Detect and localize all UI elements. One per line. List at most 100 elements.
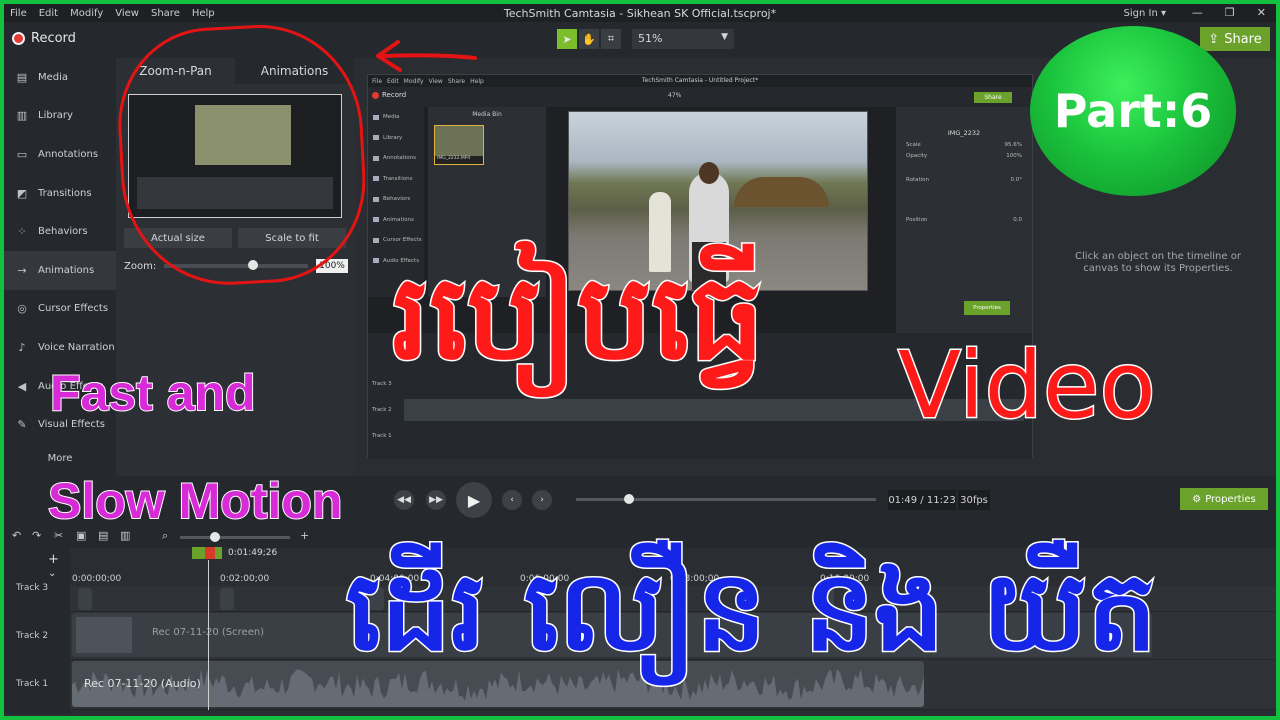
menu-edit[interactable]: Edit <box>33 8 64 19</box>
track-clip[interactable] <box>220 588 234 610</box>
sidebar-item-label: Cursor Effects <box>38 303 109 315</box>
nested-track-label: Track 3 <box>372 381 392 387</box>
record-label: Record <box>31 31 76 46</box>
canvas-zoom-select[interactable]: 51% ▼ <box>632 29 734 49</box>
ruler-tick: 0:00:00;00 <box>72 574 122 584</box>
sidebar-more-button[interactable]: More <box>4 444 116 474</box>
nested-toolbar: Record 47% Share <box>368 87 1032 107</box>
sidebar-item-library[interactable]: ▥ Library <box>4 97 116 136</box>
step-forward-icon[interactable]: ▶▶ <box>426 490 446 510</box>
speaker-icon: ◀ <box>17 379 27 393</box>
paste-icon[interactable]: ▤ <box>98 529 108 542</box>
sidebar-item-cursor-effects[interactable]: ◎ Cursor Effects <box>4 290 116 329</box>
khmer-subtitle-text: ដើរ លឿន និង យឺត <box>345 547 1159 675</box>
menu-bar: File Edit Modify View Share Help TechSmi… <box>4 4 1276 22</box>
sidebar-item-media[interactable]: ▤ Media <box>4 58 116 97</box>
playhead-time: 0:01:49;26 <box>228 548 278 558</box>
split-icon[interactable]: ▥ <box>120 529 130 542</box>
nested-record: Record <box>372 91 406 99</box>
video-hut-shape <box>734 177 829 207</box>
sidebar-item-behaviors[interactable]: ⁘ Behaviors <box>4 212 116 251</box>
sidebar-item-annotations[interactable]: ▭ Annotations <box>4 135 116 174</box>
part-badge: Part:6 <box>1030 26 1236 196</box>
undo-icon[interactable]: ↶ <box>12 529 21 542</box>
sidebar-item-animations[interactable]: → Animations <box>4 250 116 290</box>
prev-marker-icon[interactable]: ‹ <box>502 490 522 510</box>
next-marker-icon[interactable]: › <box>532 490 552 510</box>
playback-fps: 30fps <box>958 490 990 510</box>
nested-prop-row: Position 0.0 <box>906 217 1022 223</box>
menu-modify[interactable]: Modify <box>64 8 109 19</box>
ruler-tick: 0:02:00;00 <box>220 574 270 584</box>
nested-window-title: TechSmith Camtasia - Untitled Project* <box>641 77 759 84</box>
chevron-down-icon: ▼ <box>721 32 728 42</box>
menu-view[interactable]: View <box>109 8 145 19</box>
media-thumbnail-label: IMG_2232.MP4 <box>435 156 483 164</box>
menu-share[interactable]: Share <box>145 8 186 19</box>
nested-sidebar-item: Annotations <box>368 148 424 169</box>
screen-clip-thumbnail <box>76 617 132 653</box>
add-track-icon[interactable]: + <box>48 552 59 567</box>
nested-track-label: Track 1 <box>372 433 392 439</box>
nested-sidebar-item: Behaviors <box>368 189 424 210</box>
fast-and-text: Fast and <box>49 365 257 421</box>
step-back-icon[interactable]: ◀◀ <box>394 490 414 510</box>
record-button[interactable]: Record <box>12 31 76 46</box>
annotation-icon: ▭ <box>16 147 28 161</box>
audio-clip-label: Rec 07-11-20 (Audio) <box>84 677 201 690</box>
crop-tool-icon[interactable]: ⌗ <box>601 29 621 49</box>
track-label-3: Track 3 <box>16 583 49 593</box>
media-thumbnail: IMG_2232.MP4 <box>434 125 484 165</box>
collapse-chevron-icon[interactable]: ⌄ <box>48 568 56 579</box>
transition-icon: ◩ <box>16 186 28 200</box>
properties-hint: Click an object on the timeline or canva… <box>1075 251 1241 274</box>
sidebar-item-label: Annotations <box>38 148 99 160</box>
timeline-zoom-slider[interactable] <box>180 532 290 542</box>
sidebar-item-transitions[interactable]: ◩ Transitions <box>4 174 116 213</box>
zoom-out-search-icon[interactable]: ⌕ <box>162 529 168 543</box>
playback-bar: ◀◀ ▶▶ ▶ ‹ › 01:49 / 11:23 30fps ⚙ Proper… <box>354 476 1276 522</box>
playhead-out-marker[interactable] <box>205 547 215 559</box>
nested-prop-row: Opacity 100% <box>906 153 1022 159</box>
nested-sidebar-item: Animations <box>368 210 424 231</box>
sidebar-item-label: Transitions <box>38 187 92 199</box>
sidebar-item-label: Behaviors <box>38 226 88 238</box>
video-title-text: Video <box>897 332 1158 439</box>
behavior-icon: ⁘ <box>17 225 27 239</box>
menu-help[interactable]: Help <box>186 8 221 19</box>
canvas-tools: ➤ ✋ ⌗ <box>557 29 621 49</box>
nested-sidebar-item: Media <box>368 107 424 128</box>
play-icon[interactable]: ▶ <box>456 482 492 518</box>
zoom-label: Zoom: <box>124 260 157 272</box>
redo-icon[interactable]: ↷ <box>32 529 41 542</box>
playhead-line[interactable] <box>208 560 209 710</box>
sidebar-item-label: Media <box>38 71 69 83</box>
nested-prop-row: Rotation 0.0° <box>906 177 1022 183</box>
nested-zoom: 47% <box>668 92 682 99</box>
sidebar-item-voice-narration[interactable]: ♪ Voice Narration <box>4 328 116 367</box>
scrubber-knob[interactable] <box>624 494 634 504</box>
nested-clip-name: IMG_2232 <box>947 129 981 137</box>
properties-button[interactable]: ⚙ Properties <box>1180 488 1268 510</box>
pointer-tool-icon[interactable]: ➤ <box>557 29 577 49</box>
minimize-icon[interactable]: — <box>1192 6 1203 19</box>
zoom-in-plus-icon[interactable]: + <box>300 529 309 542</box>
menu-file[interactable]: File <box>4 8 33 19</box>
playback-scrubber[interactable] <box>576 494 876 504</box>
pan-tool-icon[interactable]: ✋ <box>579 29 599 49</box>
close-icon[interactable]: ✕ <box>1257 6 1266 19</box>
wand-icon: ✎ <box>17 418 27 432</box>
share-button[interactable]: ⇪ Share <box>1200 27 1270 51</box>
copy-icon[interactable]: ▣ <box>76 529 86 542</box>
media-bin-title: Media Bin <box>472 111 502 118</box>
slow-motion-text: Slow Motion <box>47 473 343 529</box>
sign-in-button[interactable]: Sign In ▾ <box>1124 8 1166 19</box>
nested-prop-row: Scale 95.6% <box>906 142 1022 148</box>
nested-share: Share <box>974 92 1012 103</box>
timeline-zoom-knob[interactable] <box>210 532 220 542</box>
maximize-icon[interactable]: ❐ <box>1225 6 1235 19</box>
cut-icon[interactable]: ✂ <box>54 529 63 542</box>
video-person-head <box>699 162 719 184</box>
track-clip[interactable] <box>78 588 92 610</box>
sidebar-item-label: Library <box>38 110 73 122</box>
